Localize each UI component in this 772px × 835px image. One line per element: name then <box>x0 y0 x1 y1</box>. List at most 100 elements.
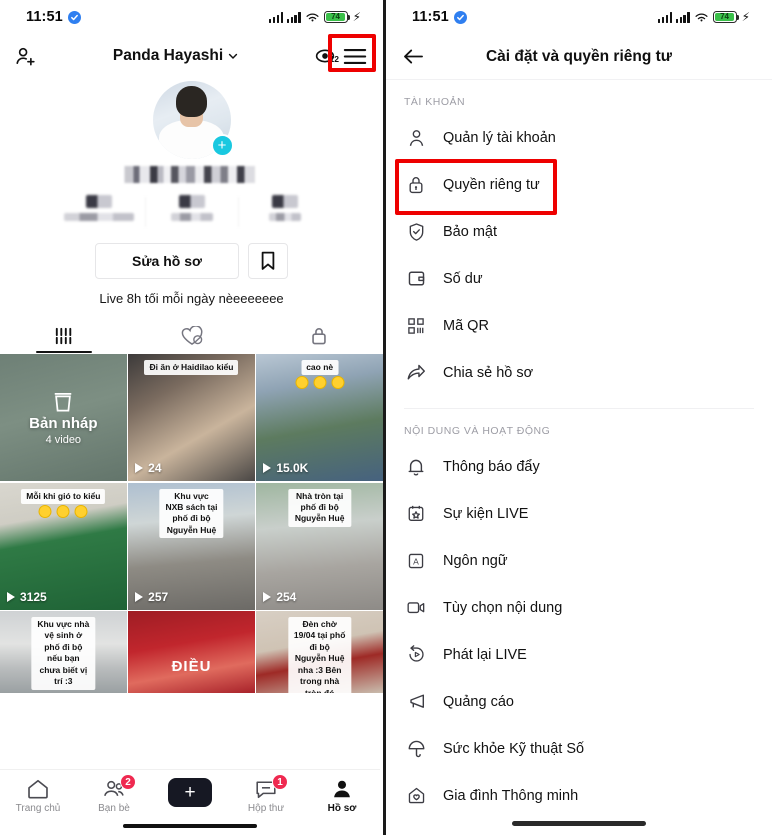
nav-item-create[interactable]: + <box>152 778 228 807</box>
settings-item-digital-wellbeing[interactable]: Sức khỏe Kỹ thuật Số <box>386 725 772 772</box>
grid-item-video[interactable]: cao nè 15.0K <box>256 354 383 481</box>
create-plus-icon[interactable]: + <box>164 778 216 807</box>
verified-badge-icon <box>453 10 467 24</box>
tab-posts[interactable] <box>0 320 128 353</box>
nav-item-home[interactable]: Trang chủ <box>0 778 76 814</box>
profile-tabs <box>0 320 383 353</box>
settings-item-privacy[interactable]: Quyền riêng tư <box>386 161 772 208</box>
nav-item-profile[interactable]: Hồ sơ <box>304 778 380 814</box>
grid-item-draft[interactable]: Bản nháp 4 video <box>0 354 127 481</box>
grid-item-video[interactable]: Nhà tròn tại phố đi bộ Nguyễn Huệ 254 <box>256 482 383 610</box>
profile-username-dropdown[interactable]: Panda Hayashi <box>113 47 239 65</box>
settings-item-label: Số dư <box>443 270 483 287</box>
nav-label-profile: Hồ sơ <box>327 803 357 814</box>
lock-icon <box>405 175 427 195</box>
screenshot-root: 11:51 74 ⚡ Panda Hayashi 12 + Sửa hồ sơ … <box>0 0 772 835</box>
stat-divider <box>144 197 146 227</box>
stat-item[interactable] <box>239 195 331 221</box>
battery-percent: 74 <box>331 12 341 21</box>
grid-item-video[interactable]: Khu vực NXB sách tại phố đi bộ Nguyễn Hu… <box>128 482 255 610</box>
verified-badge-icon <box>67 10 81 24</box>
stat-value-redacted <box>178 195 205 208</box>
video-caption: ĐIỀU <box>171 657 212 675</box>
status-bar-left-group: 11:51 <box>412 9 467 25</box>
display-name-redacted <box>116 166 267 183</box>
settings-item-qr-code[interactable]: Mã QR <box>386 302 772 349</box>
profile-screen: 11:51 74 ⚡ Panda Hayashi 12 + Sửa hồ sơ … <box>0 0 386 835</box>
smiley-emoji-icon <box>56 504 70 518</box>
home-icon <box>28 779 48 799</box>
grid-item-video[interactable]: Mỗi khi gió to kiểu 3125 <box>0 482 127 610</box>
view-count-label: 257 <box>148 589 169 604</box>
settings-item-content-preferences[interactable]: Tùy chọn nội dung <box>386 584 772 631</box>
avatar[interactable]: + <box>152 81 234 159</box>
settings-item-label: Quyền riêng tư <box>443 176 540 193</box>
settings-item-label: Phát lại LIVE <box>443 646 527 663</box>
battery-icon: 74 <box>712 10 739 24</box>
shield-check-icon <box>405 222 427 242</box>
status-bar-right-group: 74 ⚡ <box>269 10 361 24</box>
settings-item-live-replay[interactable]: Phát lại LIVE <box>386 631 772 678</box>
profile-header-actions: 12 <box>315 47 367 66</box>
cellular-signal-icon <box>658 12 672 23</box>
stat-item[interactable] <box>53 195 145 221</box>
settings-item-account-management[interactable]: Quản lý tài khoản <box>386 114 772 161</box>
add-story-button[interactable]: + <box>210 134 234 157</box>
stat-label-redacted <box>170 213 213 221</box>
draft-overlay: Bản nháp 4 video <box>0 354 127 481</box>
settings-item-ads[interactable]: Quảng cáo <box>386 678 772 725</box>
edit-profile-button[interactable]: Sửa hồ sơ <box>95 243 239 279</box>
smiley-emoji-icon <box>295 376 309 389</box>
view-count-label: 3125 <box>20 589 47 604</box>
video-preferences-icon <box>405 599 427 616</box>
settings-item-push-notifications[interactable]: Thông báo đẩy <box>386 443 772 490</box>
language-icon: A <box>405 552 427 570</box>
settings-item-label: Chia sẻ hồ sơ <box>443 364 534 381</box>
settings-item-label: Ngôn ngữ <box>443 552 508 569</box>
tab-liked[interactable] <box>128 320 256 352</box>
back-arrow-icon[interactable] <box>402 47 432 66</box>
wallet-icon <box>405 269 427 288</box>
status-bar-left-group: 11:51 <box>26 9 81 25</box>
nav-item-inbox[interactable]: 1 Hộp thư <box>228 774 304 814</box>
draft-subtitle: 4 video <box>45 434 82 446</box>
cellular-signal-icon <box>286 12 301 23</box>
nav-item-friends[interactable]: 2 Bạn bè <box>76 774 152 814</box>
play-icon <box>135 463 144 473</box>
grid-item-video[interactable]: Đèn chờ 19/04 tại phố đi bộ Nguyễn Huệ n… <box>256 611 383 693</box>
play-icon <box>135 591 144 602</box>
add-user-icon[interactable] <box>14 45 37 68</box>
settings-item-language[interactable]: A Ngôn ngữ <box>386 537 772 584</box>
smiley-emoji-icon <box>331 376 345 389</box>
settings-item-security[interactable]: Bảo mật <box>386 208 772 255</box>
hamburger-menu-icon[interactable] <box>343 47 367 66</box>
settings-item-balance[interactable]: Số dư <box>386 255 772 302</box>
liked-hidden-icon <box>181 325 202 345</box>
video-view-count: 3125 <box>7 590 47 604</box>
stat-item[interactable] <box>146 195 238 221</box>
settings-item-label: Quảng cáo <box>443 693 514 710</box>
settings-item-share-profile[interactable]: Chia sẻ hồ sơ <box>386 349 772 396</box>
grid-item-video[interactable]: ĐIỀU <box>128 611 255 693</box>
draft-title: Bản nháp <box>29 415 98 432</box>
video-caption: Mỗi khi gió to kiểu <box>21 488 106 504</box>
settings-item-family-pairing[interactable]: Gia đình Thông minh <box>386 772 772 819</box>
svg-text:A: A <box>413 556 419 566</box>
tab-private[interactable] <box>255 320 383 352</box>
battery-percent: 74 <box>720 12 730 21</box>
grid-item-video[interactable]: Đi ăn ở Haidilao kiểu 24 <box>128 354 255 481</box>
video-view-count: 257 <box>135 590 168 604</box>
nav-label-home: Trang chủ <box>15 803 61 814</box>
video-grid: Bản nháp 4 video Đi ăn ở Haidilao kiểu 2… <box>0 354 383 693</box>
eye-icon[interactable]: 12 <box>315 48 339 64</box>
battery-icon: 74 <box>323 10 350 24</box>
grid-item-video[interactable]: Khu vực nhà vệ sinh ở phố đi bộ nếu bạn … <box>0 611 127 693</box>
profile-header: Panda Hayashi 12 <box>0 34 383 78</box>
bookmark-button[interactable] <box>248 243 288 279</box>
tab-active-underline <box>35 350 92 353</box>
calendar-star-icon <box>405 504 427 523</box>
avatar-face <box>180 96 203 120</box>
video-caption: Khu vực NXB sách tại phố đi bộ Nguyễn Hu… <box>159 488 224 539</box>
settings-item-live-events[interactable]: Sự kiện LIVE <box>386 490 772 537</box>
stat-value-redacted <box>271 195 298 208</box>
